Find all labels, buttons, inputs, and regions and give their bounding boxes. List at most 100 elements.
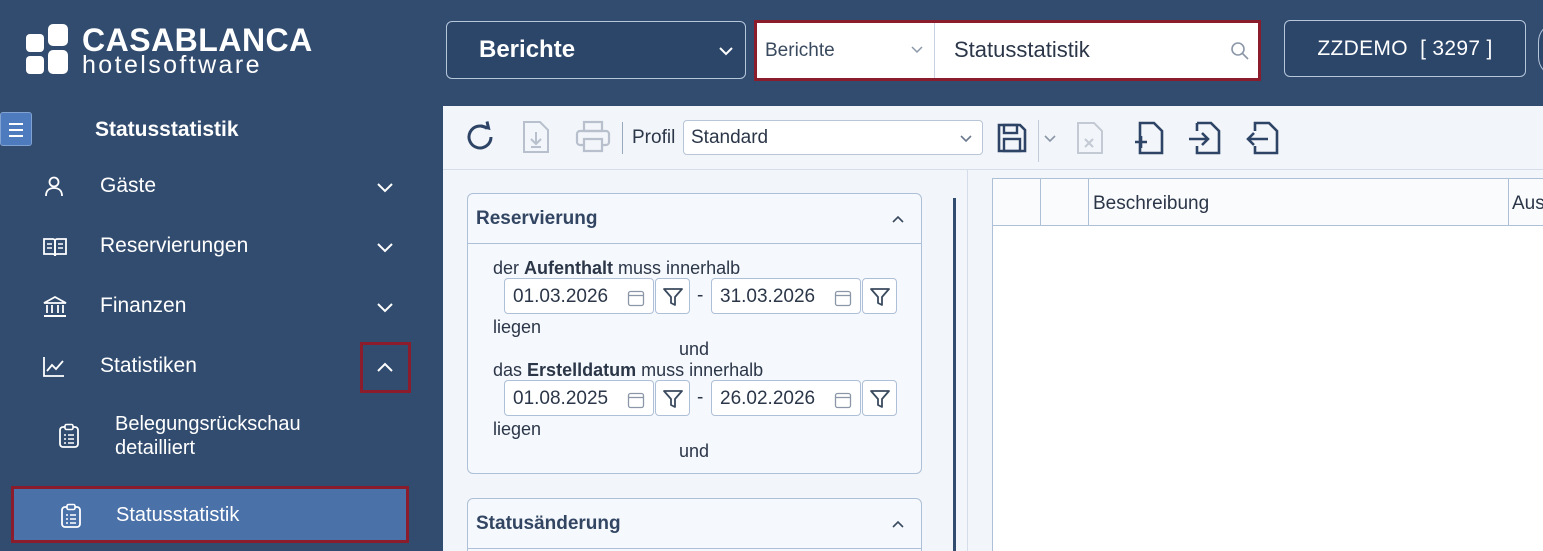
chevron-up-icon[interactable]	[891, 214, 905, 224]
clipboard-icon	[59, 423, 79, 448]
range-dash: -	[697, 387, 704, 408]
date-value: 26.02.2026	[720, 388, 816, 409]
user-button[interactable]: ZZDEMO [ 3297 ]	[1284, 20, 1526, 77]
filter-icon	[870, 288, 890, 306]
filter-icon	[663, 390, 683, 408]
condition-field: Aufenthalt	[524, 258, 614, 278]
condition-prefix: der	[493, 258, 520, 278]
profile-select-value: Standard	[691, 127, 769, 148]
export-icon[interactable]	[521, 120, 551, 154]
sidebar-subitem-label-line1: Belegungsrückschau	[115, 413, 301, 435]
filter-button[interactable]	[862, 380, 897, 416]
condition-aufenthalt-text: der Aufenthalt muss innerhalb	[493, 258, 740, 279]
grid-header: Beschreibung Aus	[993, 179, 1543, 226]
logo-subtitle: hotelsoftware	[82, 51, 262, 79]
sidebar-title: Statusstatistik	[95, 118, 239, 141]
und-text: und	[679, 441, 710, 461]
search-box: Berichte Statusstatistik	[754, 20, 1261, 81]
statistiken-collapse-toggle[interactable]	[360, 342, 411, 393]
panel-title: Statusänderung	[476, 512, 621, 534]
module-select-value: Berichte	[479, 36, 576, 63]
logo-mark-icon	[26, 24, 70, 74]
condition-suffix: muss innerhalb	[641, 360, 764, 380]
calendar-icon[interactable]	[627, 289, 645, 307]
column-header-label: Aus	[1512, 193, 1543, 214]
filter-button[interactable]	[655, 380, 690, 416]
grid-column-beschreibung[interactable]: Beschreibung	[1089, 179, 1509, 226]
range-dash: -	[697, 285, 704, 306]
filter-icon	[663, 288, 683, 306]
condition-prefix: das	[493, 360, 523, 380]
filter-scrollbar[interactable]	[953, 198, 956, 551]
panel-reservierung: Reservierung der Aufenthalt muss innerha…	[467, 193, 922, 474]
clipboard-icon	[61, 503, 81, 528]
panel-title: Reservierung	[476, 207, 598, 229]
save-icon[interactable]	[996, 122, 1028, 154]
hamburger-menu-icon[interactable]	[0, 112, 32, 146]
liegen-text: liegen	[493, 317, 542, 337]
grid-column-icon[interactable]	[1041, 179, 1089, 226]
date-from-aufenthalt[interactable]: 01.03.2026	[504, 278, 654, 314]
profile-avatar[interactable]	[1538, 22, 1543, 77]
print-icon[interactable]	[575, 120, 611, 154]
column-header-label: Beschreibung	[1093, 193, 1210, 214]
main-content: Profil Standard Reservierung der Aufenth…	[443, 106, 1543, 551]
sidebar-item-label: Reservierungen	[100, 234, 249, 257]
new-profile-icon[interactable]	[1133, 121, 1165, 155]
export-profile-icon[interactable]	[1246, 121, 1280, 155]
chevron-down-icon[interactable]	[1043, 134, 1057, 144]
sidebar-item-label: Finanzen	[100, 294, 187, 317]
import-profile-icon[interactable]	[1188, 121, 1222, 155]
sidebar-item-label: Gäste	[100, 174, 157, 197]
app-window: CASABLANCA hotelsoftware Berichte Berich…	[0, 0, 1543, 551]
profile-label: Profil	[632, 127, 676, 148]
filter-button[interactable]	[862, 278, 897, 314]
date-value: 01.03.2026	[513, 286, 609, 307]
filter-button[interactable]	[655, 278, 690, 314]
grid-column-select[interactable]	[993, 179, 1041, 226]
grid-column-next[interactable]: Aus	[1509, 179, 1543, 226]
search-input[interactable]: Statusstatistik	[954, 37, 1090, 63]
panel-header-statusaenderung[interactable]: Statusänderung	[468, 499, 921, 549]
search-category-value: Berichte	[765, 39, 835, 61]
casablanca-logo[interactable]: CASABLANCA hotelsoftware	[26, 22, 326, 80]
condition-field: Erstelldatum	[527, 360, 637, 380]
chevron-up-icon	[377, 362, 393, 372]
chevron-up-icon[interactable]	[891, 519, 905, 529]
search-category-select[interactable]: Berichte	[757, 23, 935, 78]
pane-splitter[interactable]	[967, 170, 968, 551]
sidebar-item-reservierungen[interactable]: Reservierungen	[0, 220, 443, 274]
date-to-erstelldatum[interactable]: 26.02.2026	[711, 380, 861, 416]
date-to-aufenthalt[interactable]: 31.03.2026	[711, 278, 861, 314]
search-icon[interactable]	[1230, 41, 1250, 61]
person-icon	[45, 176, 63, 197]
sidebar-subitem-statusstatistik[interactable]: Statusstatistik	[11, 486, 409, 543]
book-icon	[43, 238, 67, 257]
date-from-erstelldatum[interactable]: 01.08.2025	[504, 380, 654, 416]
chevron-down-icon[interactable]	[374, 176, 396, 198]
delete-profile-icon[interactable]	[1075, 121, 1105, 155]
module-select[interactable]: Berichte	[446, 21, 746, 79]
refresh-icon[interactable]	[463, 120, 497, 154]
toolbar-separator	[622, 122, 623, 154]
save-split-divider	[1038, 120, 1039, 162]
sidebar-subitem-label-line2: detailliert	[115, 437, 196, 459]
calendar-icon[interactable]	[834, 391, 852, 409]
sidebar-item-finanzen[interactable]: Finanzen	[0, 280, 443, 334]
chevron-down-icon	[719, 47, 733, 56]
line-chart-icon	[43, 357, 64, 377]
chevron-down-icon	[960, 135, 972, 143]
panel-statusaenderung: Statusänderung	[467, 498, 922, 551]
profile-select[interactable]: Standard	[683, 120, 983, 155]
sidebar-subitem-label: Statusstatistik	[116, 504, 240, 526]
liegen-text: liegen	[493, 419, 542, 439]
sidebar-subitem-belegungsrueckschau[interactable]: Belegungsrückschau detailliert	[0, 410, 443, 470]
chevron-down-icon[interactable]	[374, 236, 396, 258]
chevron-down-icon[interactable]	[374, 296, 396, 318]
calendar-icon[interactable]	[834, 289, 852, 307]
sidebar-item-gaeste[interactable]: Gäste	[0, 160, 443, 214]
calendar-icon[interactable]	[627, 391, 645, 409]
panel-header-reservierung[interactable]: Reservierung	[468, 194, 921, 244]
bank-icon	[43, 295, 67, 317]
und-text: und	[679, 339, 710, 359]
